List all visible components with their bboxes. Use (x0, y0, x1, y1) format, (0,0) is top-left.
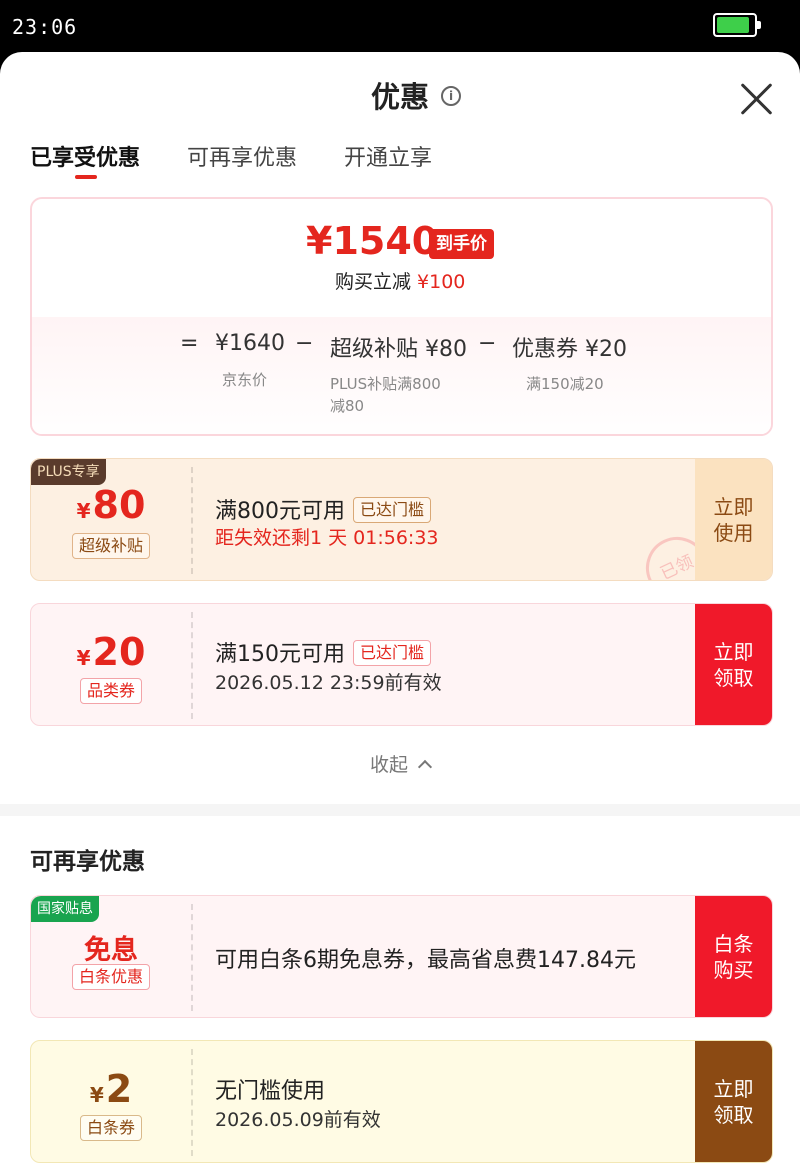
offer-kind: 白条券 (79, 1115, 143, 1141)
offer-card: 国家贴息 免息 白条优惠 可用白条6期免息券，最高省息费147.84元 白条购买 (30, 895, 773, 1018)
status-bar: 23:06 (0, 0, 800, 52)
subsidy-desc-line1: PLUS补贴满800 (330, 375, 441, 393)
base-price: ¥1640 (215, 331, 285, 356)
coupon-title: 满150元可用 已达门槛 (215, 636, 432, 668)
currency-symbol: ¥ (76, 646, 91, 670)
dashed-divider (191, 467, 193, 574)
discount-sheet: 优惠 i 已享受优惠 可再享优惠 开通立享 ¥1540 到手价 购买立减 ¥100… (0, 52, 800, 1168)
reduce-line: 购买立减 ¥100 (335, 267, 465, 294)
close-icon[interactable] (738, 80, 776, 118)
offer-title: 无门槛使用 (215, 1079, 326, 1104)
minus-sign-2: − (478, 331, 497, 356)
tab-activate[interactable]: 开通立享 (344, 140, 432, 172)
coupon-validity: 2026.05.12 23:59前有效 (215, 672, 442, 694)
tab-active-indicator (75, 175, 97, 179)
threshold-reached-badge: 已达门槛 (353, 640, 432, 666)
info-icon[interactable]: i (441, 86, 461, 106)
reduce-label: 购买立减 (335, 271, 412, 293)
coupon-kind: 品类券 (79, 678, 143, 704)
threshold-reached-badge: 已达门槛 (353, 497, 432, 523)
tab-enjoyed[interactable]: 已享受优惠 (30, 140, 140, 172)
collapse-button[interactable]: 收起 (0, 750, 800, 777)
dashed-divider (191, 904, 193, 1011)
clock: 23:06 (12, 15, 78, 39)
tab-more[interactable]: 可再享优惠 (187, 140, 297, 172)
battery-icon (713, 13, 761, 37)
subsidy-desc-line2: 减80 (330, 397, 365, 415)
offer-kind: 白条优惠 (71, 964, 151, 990)
currency-symbol: ¥ (89, 1083, 104, 1107)
coupon-countdown: 距失效还剩1 天 01:56:33 (215, 527, 439, 549)
reduce-amount: ¥100 (417, 271, 466, 293)
offer-card: ¥2 白条券 无门槛使用 2026.05.09前有效 立即领取 (30, 1040, 773, 1163)
base-price-label: 京东价 (222, 371, 268, 389)
use-now-button[interactable]: 立即使用 (695, 459, 772, 580)
coupon-condition: 满150元可用 (215, 642, 345, 667)
section-title: 可再享优惠 (30, 849, 145, 875)
offer-title: 可用白条6期免息券，最高省息费147.84元 (215, 948, 636, 973)
offer-headline: 免息 (84, 935, 138, 966)
coupon-amount: ¥20 (31, 630, 191, 674)
equals-sign: = (180, 331, 199, 356)
plus-exclusive-tag: PLUS专享 (31, 459, 106, 485)
offer-validity: 2026.05.09前有效 (215, 1109, 381, 1131)
amount-value: 2 (105, 1067, 133, 1111)
gov-subsidy-tag: 国家贴息 (31, 896, 99, 922)
coupon-title: 满800元可用 已达门槛 (215, 493, 432, 525)
subsidy-amount: 超级补贴 ¥80 (330, 337, 467, 362)
final-price-tag: 到手价 (429, 229, 494, 259)
page-title: 优惠 (370, 80, 429, 114)
claim-now-button[interactable]: 立即领取 (695, 1041, 772, 1162)
amount-value: 80 (92, 483, 146, 527)
amount-value: 20 (92, 630, 146, 674)
collapse-label: 收起 (369, 754, 408, 776)
offer-amount: ¥2 (31, 1067, 191, 1111)
minus-sign: − (295, 331, 314, 356)
coupon-desc: 满150减20 (526, 375, 604, 393)
coupon-condition: 满800元可用 (215, 499, 345, 524)
claim-now-button[interactable]: 立即领取 (695, 604, 772, 725)
coupon-amount: 优惠券 ¥20 (512, 337, 627, 362)
coupon-card: ¥20 品类券 满150元可用 已达门槛 2026.05.12 23:59前有效 … (30, 603, 773, 726)
baitiao-buy-button[interactable]: 白条购买 (695, 896, 772, 1017)
section-divider (0, 804, 800, 816)
price-summary-card: ¥1540 到手价 购买立减 ¥100 = ¥1640 − 超级补贴 ¥80 − … (30, 197, 773, 436)
coupon-amount: ¥80 (31, 483, 191, 527)
coupon-kind: 超级补贴 (71, 533, 151, 559)
chevron-up-icon (417, 759, 433, 775)
currency-symbol: ¥ (76, 499, 91, 523)
dashed-divider (191, 612, 193, 719)
dashed-divider (191, 1049, 193, 1156)
final-price: ¥1540 (306, 219, 439, 263)
coupon-card: PLUS专享 ¥80 超级补贴 满800元可用 已达门槛 距失效还剩1 天 01:… (30, 458, 773, 581)
